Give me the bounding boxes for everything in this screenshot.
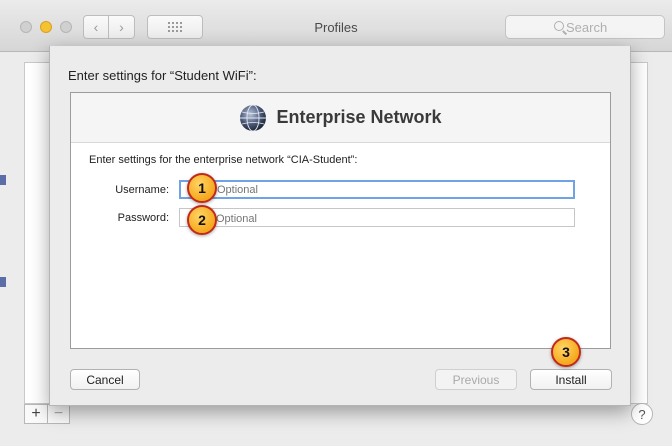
enterprise-network-title: Enterprise Network <box>276 107 442 127</box>
add-profile-button[interactable]: + <box>25 405 47 423</box>
password-field[interactable] <box>179 208 575 227</box>
search-field[interactable]: Search <box>505 15 665 39</box>
search-icon <box>554 21 564 31</box>
globe-network-icon <box>240 104 267 131</box>
profile-install-sheet: Enter settings for “Student WiFi”: Enter… <box>49 46 631 406</box>
sheet-prompt: Enter settings for “Student WiFi”: <box>68 68 257 83</box>
password-label: Password: <box>117 212 169 224</box>
list-selection-edge <box>0 277 6 287</box>
window-titlebar: ‹ › Profiles Search <box>0 0 672 52</box>
cancel-button[interactable]: Cancel <box>70 369 140 390</box>
step-callout-3: 3 <box>551 337 581 367</box>
add-remove-control: + − <box>24 404 70 424</box>
remove-profile-button[interactable]: − <box>46 405 69 423</box>
username-field[interactable] <box>179 180 575 199</box>
enterprise-description: Enter settings for the enterprise networ… <box>89 154 358 166</box>
enterprise-settings-box: Enterprise Network Enter settings for th… <box>70 92 611 349</box>
enterprise-header: Enterprise Network <box>71 93 610 143</box>
install-button[interactable]: Install <box>530 369 612 390</box>
help-button[interactable]: ? <box>631 403 653 425</box>
search-placeholder: Search <box>566 19 608 35</box>
list-selection-edge <box>0 175 6 185</box>
previous-button[interactable]: Previous <box>435 369 517 390</box>
step-callout-1: 1 <box>187 173 217 203</box>
step-callout-2: 2 <box>187 205 217 235</box>
username-label: Username: <box>115 184 169 196</box>
